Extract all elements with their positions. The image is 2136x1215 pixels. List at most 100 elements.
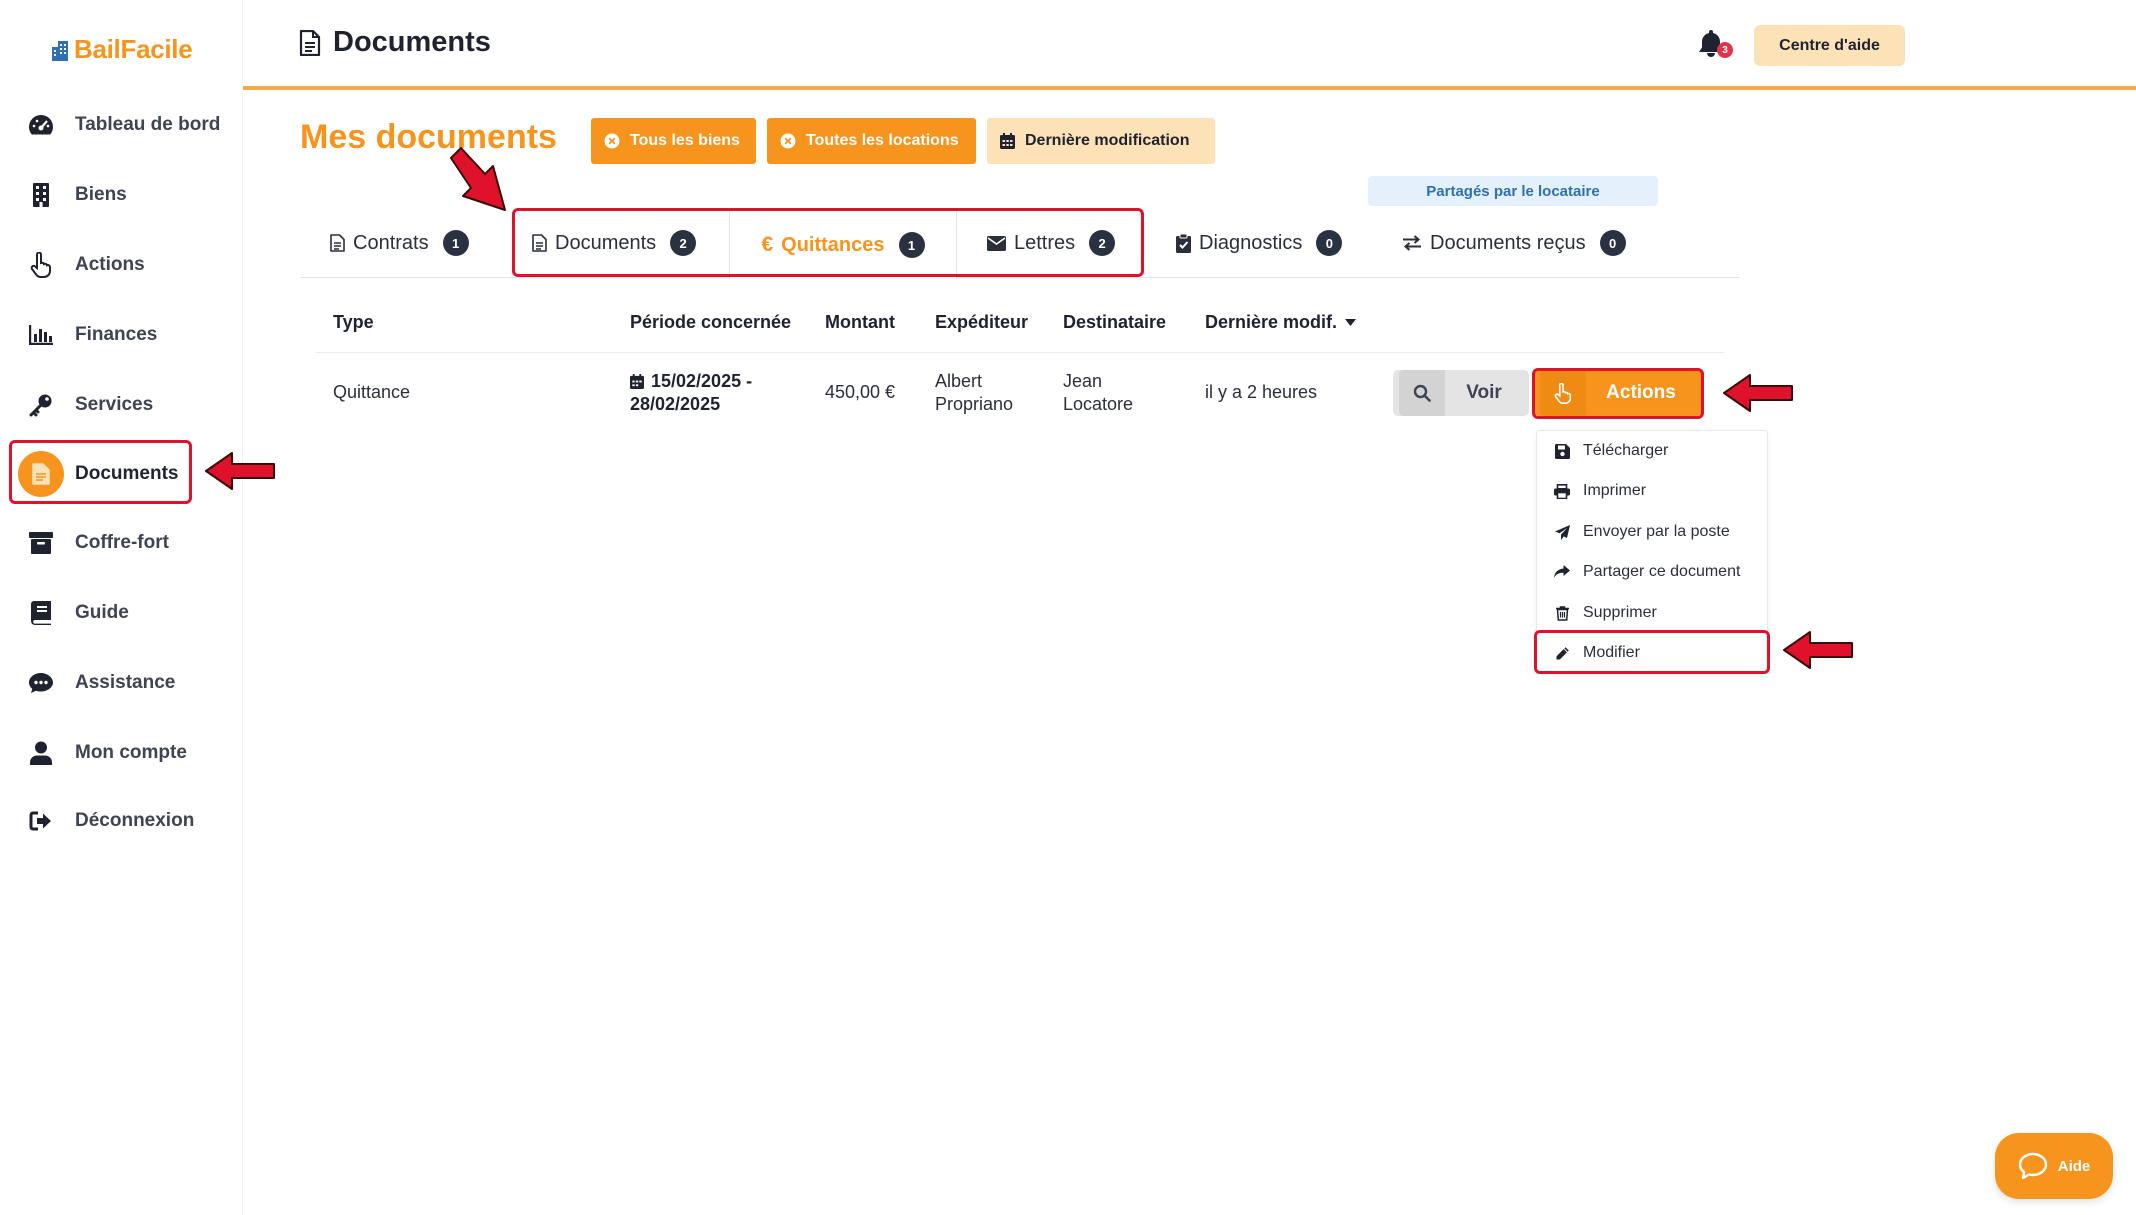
sidebar-item-label: Documents	[75, 463, 179, 484]
shared-by-tenant-chip[interactable]: Partagés par le locataire	[1368, 176, 1658, 206]
sender-last-name: Propriano	[935, 394, 1014, 414]
tab-count-badge: 2	[670, 230, 697, 256]
tab-diagnostics[interactable]: Diagnostics 0	[1176, 210, 1343, 276]
tab-receipts[interactable]: € Quittances 1	[729, 210, 957, 279]
column-header-amount[interactable]: Montant	[825, 312, 895, 333]
share-arrow-icon	[1553, 563, 1571, 581]
chat-bubble-icon	[2018, 1152, 2048, 1180]
help-widget-label: Aide	[2057, 1157, 2091, 1175]
sidebar-item-label: Finances	[75, 324, 158, 345]
annotation-arrow-left-icon	[1723, 374, 1793, 412]
document-icon	[532, 234, 547, 252]
menu-item-label: Envoyer par la poste	[1583, 523, 1730, 540]
page-title-text: Documents	[333, 26, 491, 58]
sidebar-item-label: Guide	[75, 602, 129, 623]
tab-received-documents[interactable]: Documents reçus 0	[1402, 210, 1626, 276]
exchange-icon	[1402, 235, 1422, 251]
top-header: Documents Centre d'aide	[243, 0, 2136, 90]
tab-documents[interactable]: Documents 2	[532, 210, 697, 276]
bar-chart-icon	[26, 320, 56, 350]
document-tabs: Contrats 1 Documents 2 € Quittances 1 Le…	[300, 210, 1740, 279]
tab-label: Lettres	[1014, 231, 1076, 254]
column-header-label: Dernière modif.	[1205, 312, 1338, 332]
document-icon	[299, 29, 321, 56]
help-center-button[interactable]: Centre d'aide	[1754, 25, 1905, 66]
tab-letters[interactable]: Lettres 2	[987, 210, 1116, 276]
view-document-button[interactable]: Voir	[1393, 370, 1529, 416]
period-start: 15/02/2025 -	[651, 371, 753, 391]
pencil-icon	[1553, 644, 1571, 662]
dashboard-gauge-icon	[26, 110, 56, 140]
actions-dropdown-button[interactable]: Actions	[1534, 370, 1702, 416]
tab-contracts[interactable]: Contrats 1	[330, 210, 469, 276]
chat-bubble-icon	[26, 668, 56, 698]
building-logo-icon	[52, 40, 68, 61]
column-header-period[interactable]: Période concernée	[630, 312, 791, 333]
sidebar-item-label: Déconnexion	[75, 810, 195, 831]
page-title: Documents	[299, 26, 491, 59]
tab-label: Quittances	[781, 233, 885, 256]
sender-first-name: Albert	[935, 371, 983, 391]
cell-amount: 450,00 €	[825, 382, 896, 402]
menu-item-delete[interactable]: Supprimer	[1553, 594, 1657, 632]
view-button-label: Voir	[1466, 382, 1502, 403]
menu-item-print[interactable]: Imprimer	[1553, 472, 1646, 510]
filter-label: Dernière modification	[1025, 132, 1190, 149]
column-header-sender[interactable]: Expéditeur	[935, 312, 1028, 333]
sidebar-item-assistance[interactable]: Assistance	[26, 658, 240, 708]
sidebar-item-account[interactable]: Mon compte	[26, 728, 240, 778]
sort-caret-down-icon	[1345, 319, 1357, 326]
tab-count-badge: 1	[442, 230, 469, 256]
printer-icon	[1553, 482, 1571, 500]
menu-item-label: Télécharger	[1583, 442, 1669, 459]
sidebar: BailFacile Tableau de bord Biens Actions…	[0, 0, 243, 1215]
filter-all-rentals-button[interactable]: Toutes les locations	[767, 118, 976, 164]
calendar-icon	[1000, 133, 1015, 149]
sidebar-item-actions[interactable]: Actions	[26, 240, 240, 290]
sidebar-item-logout[interactable]: Déconnexion	[26, 796, 240, 846]
tab-count-badge: 1	[898, 232, 925, 258]
sidebar-item-dashboard[interactable]: Tableau de bord	[26, 100, 240, 150]
sidebar-item-properties[interactable]: Biens	[26, 170, 240, 220]
archive-box-icon	[26, 528, 56, 558]
menu-item-label: Partager ce document	[1583, 563, 1741, 580]
actions-dropdown-menu: Télécharger Imprimer Envoyer par la post…	[1536, 430, 1768, 672]
filter-all-properties-button[interactable]: Tous les biens	[591, 118, 756, 164]
tab-label: Documents reçus	[1430, 231, 1586, 254]
help-chat-widget-button[interactable]: Aide	[1995, 1133, 2113, 1199]
key-icon	[26, 390, 56, 420]
sort-last-modified-button[interactable]: Dernière modification	[987, 118, 1215, 164]
euro-icon: €	[761, 233, 774, 256]
column-header-last-modified[interactable]: Dernière modif.	[1205, 312, 1357, 333]
recipient-last-name: Locatore	[1063, 394, 1134, 414]
sign-out-icon	[26, 806, 56, 836]
menu-item-send-by-post[interactable]: Envoyer par la poste	[1553, 513, 1730, 551]
sidebar-item-label: Actions	[75, 254, 145, 275]
actions-button-label: Actions	[1606, 382, 1676, 403]
cell-last-modified: il y a 2 heures	[1205, 382, 1318, 402]
brand-logo[interactable]: BailFacile	[52, 34, 193, 65]
sidebar-item-label: Coffre-fort	[75, 532, 169, 553]
document-icon	[330, 234, 345, 252]
sidebar-item-services[interactable]: Services	[26, 380, 240, 430]
menu-item-edit[interactable]: Modifier	[1553, 634, 1640, 672]
menu-item-label: Modifier	[1583, 644, 1640, 661]
hand-pointer-icon	[1540, 370, 1586, 416]
filter-label: Toutes les locations	[806, 132, 959, 149]
table-divider	[316, 352, 1724, 353]
save-floppy-icon	[1553, 442, 1571, 460]
sidebar-item-label: Biens	[75, 184, 127, 205]
clear-circle-icon	[604, 133, 620, 149]
menu-item-download[interactable]: Télécharger	[1553, 432, 1668, 470]
clear-circle-icon	[780, 133, 796, 149]
calendar-icon	[630, 374, 644, 389]
sidebar-item-vault[interactable]: Coffre-fort	[26, 518, 240, 568]
page-heading: Mes documents	[300, 118, 557, 156]
sidebar-item-documents[interactable]: Documents	[18, 449, 240, 499]
brand-name: BailFacile	[74, 34, 193, 64]
sidebar-item-finances[interactable]: Finances	[26, 310, 240, 360]
column-header-recipient[interactable]: Destinataire	[1063, 312, 1166, 333]
menu-item-share[interactable]: Partager ce document	[1553, 553, 1740, 591]
sidebar-item-guide[interactable]: Guide	[26, 588, 240, 638]
column-header-type[interactable]: Type	[333, 312, 374, 333]
